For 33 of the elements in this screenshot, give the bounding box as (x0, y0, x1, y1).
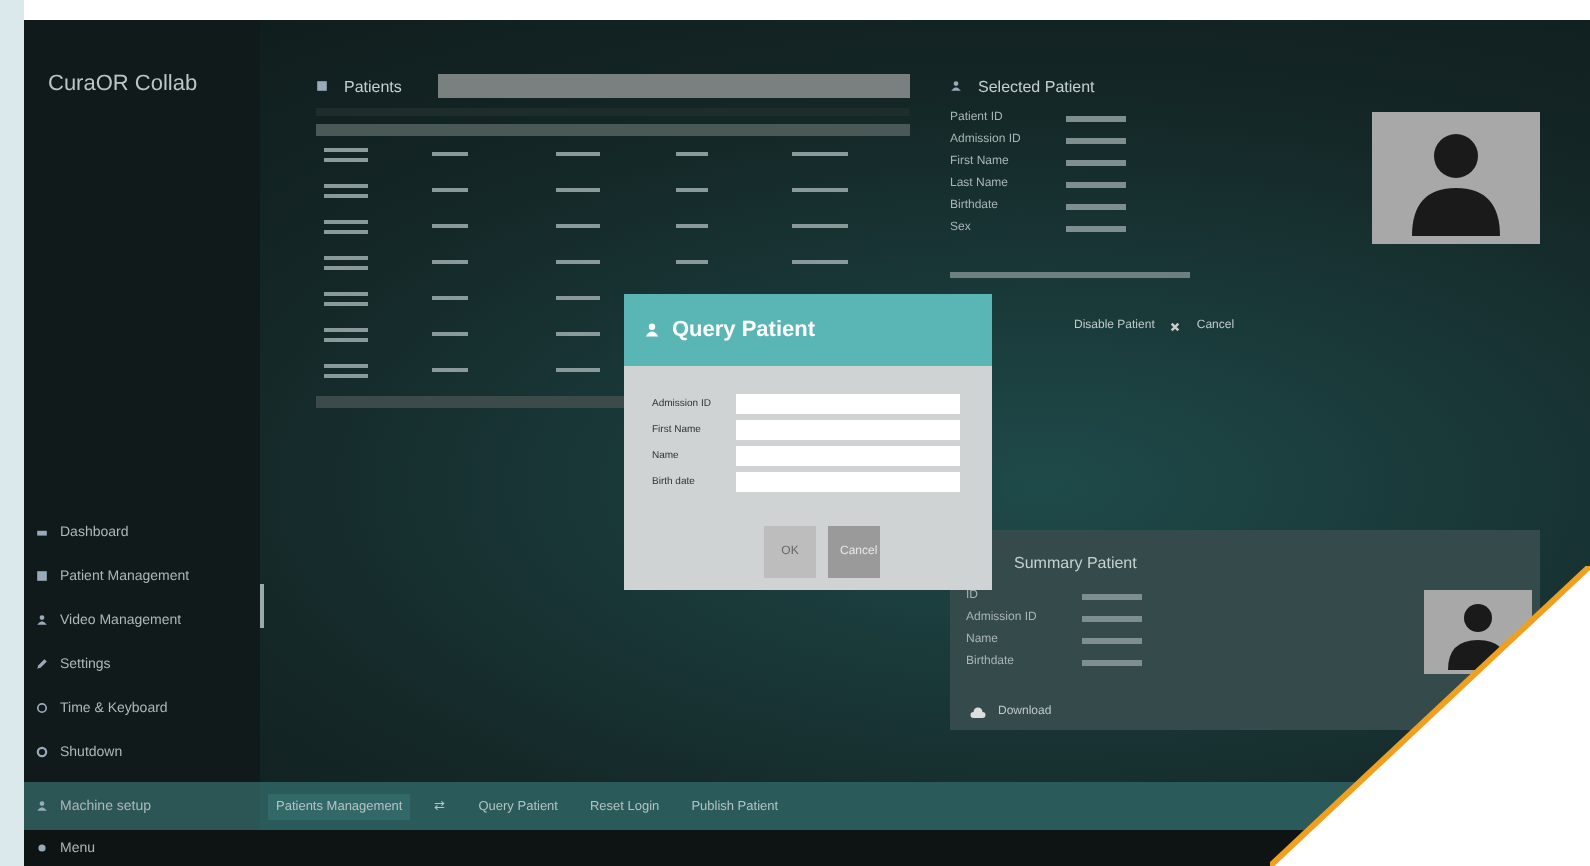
blurred-value-drawing (1082, 659, 1142, 665)
pen-icon (36, 658, 48, 670)
input-field[interactable] (736, 420, 960, 440)
user-icon (950, 80, 962, 92)
blurred-value-drawing (1066, 115, 1126, 121)
grid-icon (316, 80, 328, 92)
blurred-value-drawing (1082, 593, 1142, 599)
input-field[interactable] (736, 394, 960, 414)
app-title: CuraOR Collab (46, 72, 200, 96)
panel-title: Selected Patient (978, 77, 1095, 95)
close-icon (1170, 321, 1181, 331)
user-icon (644, 322, 660, 338)
user-icon (36, 614, 48, 626)
input-field[interactable] (736, 446, 960, 466)
blurred-value-drawing (1066, 137, 1126, 143)
power-icon (36, 746, 48, 758)
clock-icon (36, 702, 48, 714)
blurred-value-drawing (1066, 225, 1126, 231)
blurred-value-drawing (1082, 637, 1142, 643)
resize-handle[interactable] (260, 584, 264, 628)
blurred-value-drawing (1082, 615, 1142, 621)
search-field[interactable] (437, 74, 910, 98)
panel-title: Summary Patient (1014, 554, 1137, 572)
user-icon (36, 800, 48, 812)
dialog-title: Query Patient (672, 318, 816, 342)
avatar-icon (1372, 112, 1540, 244)
grid-icon (36, 570, 48, 582)
cloud-icon (970, 706, 986, 718)
input-field[interactable] (736, 472, 960, 492)
blurred-value-drawing (1066, 203, 1126, 209)
panel-title: Patients (344, 77, 402, 95)
blurred-value-drawing (1066, 181, 1126, 187)
blurred-value-drawing (1066, 159, 1126, 165)
